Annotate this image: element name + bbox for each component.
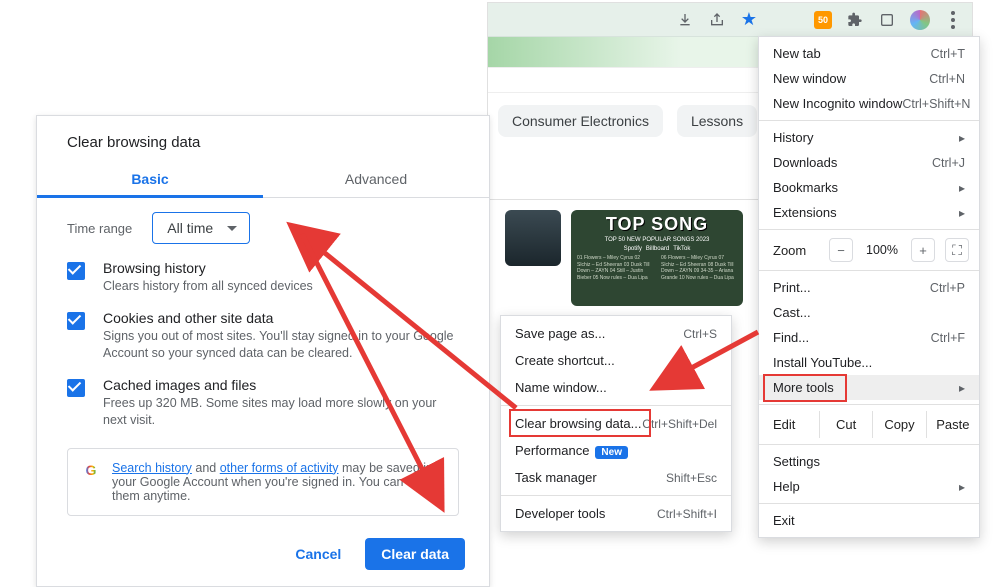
menu-cast[interactable]: Cast...	[759, 300, 979, 325]
chip-electronics[interactable]: Consumer Electronics	[498, 105, 663, 137]
thumb-tracklist: 01 Flowers – Miley Cyrus 02 Slchiz – Ed …	[577, 255, 737, 281]
menu-zoom: Zoom − 100% + ⛶	[759, 234, 979, 266]
sub-task-manager[interactable]: Task managerShift+Esc	[501, 464, 731, 491]
menu-print[interactable]: Print...Ctrl+P	[759, 275, 979, 300]
google-logo-icon: G	[82, 461, 100, 479]
cancel-button[interactable]: Cancel	[281, 538, 355, 570]
checkbox-icon[interactable]	[67, 312, 85, 330]
edit-cut[interactable]: Cut	[819, 411, 872, 438]
reading-list-icon[interactable]	[878, 11, 896, 29]
clear-browsing-data-dialog: Clear browsing data Basic Advanced Time …	[36, 115, 490, 587]
extension-badge-icon[interactable]: 50	[814, 11, 832, 29]
zoom-in-button[interactable]: +	[911, 238, 935, 262]
browser-toolbar: ★ 50	[488, 3, 972, 37]
menu-settings[interactable]: Settings	[759, 449, 979, 474]
bookmark-star-icon[interactable]: ★	[740, 11, 758, 29]
menu-exit[interactable]: Exit	[759, 508, 979, 533]
thumb-window[interactable]	[505, 210, 561, 266]
overflow-menu-icon[interactable]	[944, 11, 962, 29]
menu-new-incognito[interactable]: New Incognito windowCtrl+Shift+N	[759, 91, 979, 116]
overflow-menu: New tabCtrl+T New windowCtrl+N New Incog…	[758, 36, 980, 538]
tab-basic[interactable]: Basic	[37, 161, 263, 198]
menu-extensions[interactable]: Extensions▸	[759, 200, 979, 225]
share-icon[interactable]	[708, 11, 726, 29]
sub-save-page[interactable]: Save page as...Ctrl+S	[501, 320, 731, 347]
checkbox-icon[interactable]	[67, 262, 85, 280]
thumb-title: TOP SONG	[606, 214, 708, 235]
tab-advanced[interactable]: Advanced	[263, 161, 489, 197]
zoom-out-button[interactable]: −	[829, 238, 853, 262]
menu-find[interactable]: Find...Ctrl+F	[759, 325, 979, 350]
checkbox-icon[interactable]	[67, 379, 85, 397]
zoom-level: 100%	[863, 243, 901, 257]
link-search-history[interactable]: Search history	[112, 461, 192, 475]
profile-avatar-icon[interactable]	[910, 10, 930, 30]
check-cookies[interactable]: Cookies and other site data Signs you ou…	[37, 300, 489, 367]
check-browsing-history[interactable]: Browsing history Clears history from all…	[37, 250, 489, 300]
dialog-title: Clear browsing data	[67, 134, 489, 151]
video-thumbnails: TOP SONG TOP 50 NEW POPULAR SONGS 2023 S…	[495, 198, 743, 306]
thumb-top-song[interactable]: TOP SONG TOP 50 NEW POPULAR SONGS 2023 S…	[571, 210, 743, 306]
dialog-tabs: Basic Advanced	[37, 161, 489, 198]
thumb-subtitle: TOP 50 NEW POPULAR SONGS 2023	[605, 237, 710, 243]
menu-bookmarks[interactable]: Bookmarks▸	[759, 175, 979, 200]
menu-more-tools[interactable]: More tools▸	[759, 375, 979, 400]
menu-downloads[interactable]: DownloadsCtrl+J	[759, 150, 979, 175]
sub-developer-tools[interactable]: Developer toolsCtrl+Shift+I	[501, 500, 731, 527]
link-other-activity[interactable]: other forms of activity	[220, 461, 339, 475]
account-history-note: G Search history and other forms of acti…	[67, 448, 459, 516]
time-range-select[interactable]: All time	[152, 212, 250, 244]
menu-install-youtube[interactable]: Install YouTube...	[759, 350, 979, 375]
menu-new-tab[interactable]: New tabCtrl+T	[759, 41, 979, 66]
menu-help[interactable]: Help▸	[759, 474, 979, 499]
sub-name-window[interactable]: Name window...	[501, 374, 731, 401]
time-range-label: Time range	[67, 221, 132, 236]
edit-paste[interactable]: Paste	[926, 411, 979, 438]
check-cache[interactable]: Cached images and files Frees up 320 MB.…	[37, 367, 489, 434]
download-icon[interactable]	[676, 11, 694, 29]
menu-new-window[interactable]: New windowCtrl+N	[759, 66, 979, 91]
fullscreen-icon[interactable]: ⛶	[945, 238, 969, 262]
chip-lessons[interactable]: Lessons	[677, 105, 757, 137]
menu-history[interactable]: History▸	[759, 125, 979, 150]
more-tools-submenu: Save page as...Ctrl+S Create shortcut...…	[500, 315, 732, 532]
sub-clear-browsing-data[interactable]: Clear browsing data...Ctrl+Shift+Del	[501, 410, 731, 437]
extensions-icon[interactable]	[846, 11, 864, 29]
menu-edit-row: Edit Cut Copy Paste	[759, 409, 979, 440]
edit-copy[interactable]: Copy	[872, 411, 925, 438]
sub-performance[interactable]: PerformanceNew	[501, 437, 731, 464]
sub-create-shortcut[interactable]: Create shortcut...	[501, 347, 731, 374]
clear-data-button[interactable]: Clear data	[365, 538, 465, 570]
